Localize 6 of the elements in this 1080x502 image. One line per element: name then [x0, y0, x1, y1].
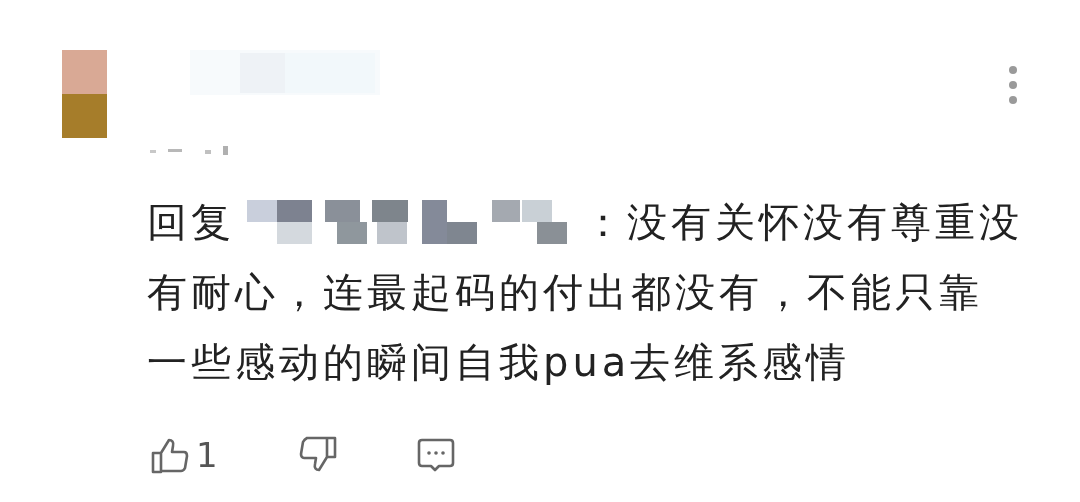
comment-text: ：没有关怀没有尊重没: [583, 198, 1023, 247]
like-count: 1: [196, 435, 218, 475]
more-options-icon[interactable]: [1008, 65, 1018, 105]
comment-text: 有耐心，连最起码的付出都没有，不能只靠: [147, 269, 983, 315]
comment-text: 一些感动的瞬间自我pua去维系感情: [147, 339, 851, 385]
reply-label: 回复: [147, 198, 235, 247]
